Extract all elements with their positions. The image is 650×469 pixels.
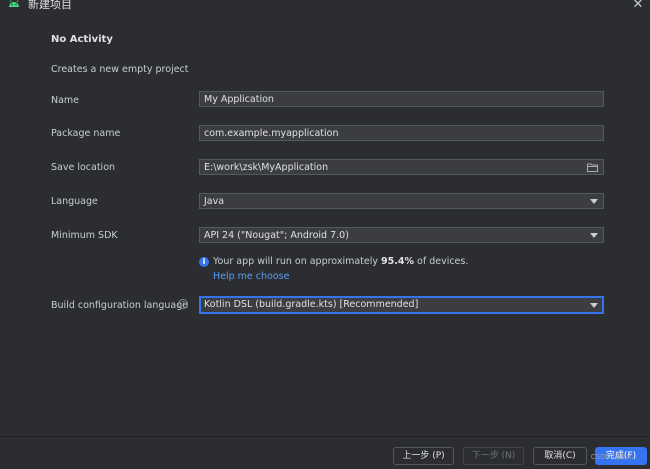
close-button[interactable]: ✕: [630, 0, 646, 12]
help-me-choose-link[interactable]: Help me choose: [213, 271, 289, 282]
next-button[interactable]: 下一步 (N): [463, 447, 524, 465]
chevron-down-icon: [590, 233, 598, 238]
template-description: Creates a new empty project: [51, 64, 189, 75]
android-icon: [9, 0, 19, 7]
title-bar: 新建项目 ✕: [0, 0, 650, 12]
dialog-content: [0, 12, 650, 436]
name-label: Name: [51, 95, 80, 106]
cancel-button[interactable]: 取消(C): [533, 447, 587, 465]
package-name-label: Package name: [51, 128, 121, 139]
chevron-down-icon: [590, 303, 598, 308]
save-location-value: E:\work\zsk\MyApplication: [204, 162, 329, 173]
sdk-coverage-percent: 95.4%: [381, 256, 414, 267]
minimum-sdk-value: API 24 ("Nougat"; Android 7.0): [204, 230, 349, 241]
language-dropdown[interactable]: Java: [199, 193, 604, 209]
language-label: Language: [51, 196, 98, 207]
window-title: 新建项目: [28, 0, 72, 11]
sdk-coverage-text: Your app will run on approximately 95.4%…: [213, 256, 468, 267]
dialog-footer: 上一步 (P) 下一步 (N) 取消(C) 完成(F) CSDN @zsk...: [0, 436, 650, 469]
minimum-sdk-label: Minimum SDK: [51, 230, 118, 241]
name-field[interactable]: My Application: [199, 91, 604, 107]
folder-icon[interactable]: [587, 163, 598, 172]
minimum-sdk-dropdown[interactable]: API 24 ("Nougat"; Android 7.0): [199, 227, 604, 243]
template-title: No Activity: [51, 34, 113, 45]
help-icon[interactable]: ?: [178, 299, 188, 309]
previous-button[interactable]: 上一步 (P): [393, 447, 454, 465]
build-config-language-label: Build configuration language: [51, 300, 189, 311]
build-config-language-dropdown[interactable]: Kotlin DSL (build.gradle.kts) [Recommend…: [199, 296, 604, 314]
save-location-label: Save location: [51, 162, 116, 173]
watermark: CSDN @zsk...: [590, 453, 638, 461]
sdk-coverage-prefix: Your app will run on approximately: [213, 256, 382, 267]
sdk-coverage-suffix: of devices.: [414, 256, 469, 267]
info-icon: i: [199, 257, 209, 267]
language-value: Java: [204, 196, 225, 207]
build-config-language-value: Kotlin DSL (build.gradle.kts) [Recommend…: [204, 299, 419, 310]
chevron-down-icon: [590, 199, 598, 204]
save-location-field[interactable]: E:\work\zsk\MyApplication: [199, 159, 604, 175]
package-name-field[interactable]: com.example.myapplication: [199, 125, 604, 141]
